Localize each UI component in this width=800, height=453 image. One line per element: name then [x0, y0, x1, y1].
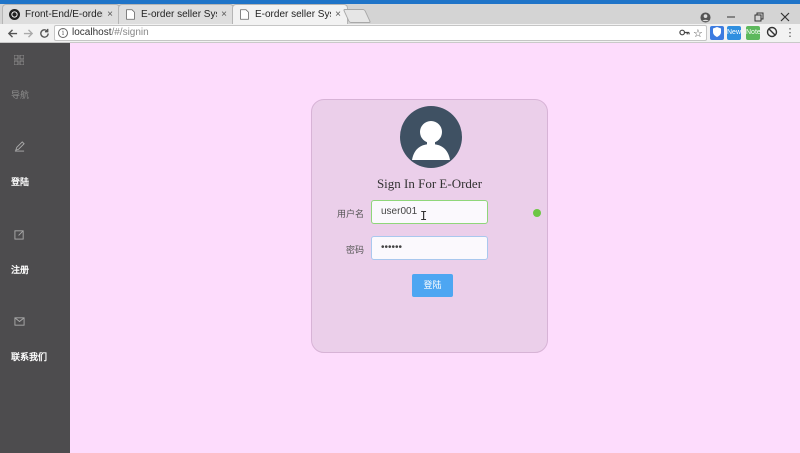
bookmark-star-icon[interactable]: ☆: [693, 27, 703, 40]
block-extension-icon[interactable]: [765, 26, 779, 40]
new-extension-icon[interactable]: New: [727, 26, 741, 40]
signin-card: Sign In For E-Order 用户名 user001 I 密码 •••…: [311, 99, 548, 353]
signin-button[interactable]: 登陆: [412, 274, 453, 297]
tab-eorder-2[interactable]: E-order seller System ×: [232, 4, 348, 24]
tab-title: E-order seller System: [141, 9, 217, 20]
menu-icon[interactable]: ⋮: [783, 26, 797, 40]
page-content: 导航 登陆 注册 联系我们 Sign In For E-Order 用户名 us…: [0, 43, 800, 453]
tab-github[interactable]: Front-End/E-order/pub ×: [2, 4, 120, 24]
text-cursor-icon: I: [420, 209, 428, 223]
grid-icon: [12, 54, 26, 69]
sidebar-item-contact[interactable]: 联系我们: [11, 350, 47, 363]
site-info-icon[interactable]: i: [58, 28, 68, 38]
close-icon[interactable]: ×: [221, 9, 227, 20]
username-label: 用户名: [336, 209, 364, 219]
page-icon: [126, 9, 135, 20]
tab-strip: Front-End/E-order/pub × E-order seller S…: [0, 4, 800, 24]
page-icon: [240, 9, 249, 20]
password-input[interactable]: ••••••: [371, 236, 488, 260]
username-value: user001: [381, 206, 418, 217]
tab-title: Front-End/E-order/pub: [25, 9, 103, 20]
github-icon: [9, 9, 20, 20]
sidebar-item-signin[interactable]: 登陆: [11, 175, 29, 188]
address-bar[interactable]: i localhost/#/signin ☆: [54, 25, 707, 41]
signin-title: Sign In For E-Order: [376, 176, 483, 191]
forward-icon[interactable]: [20, 25, 36, 41]
valid-check-icon: [533, 209, 541, 217]
window-title-bar: Front-End/E-order/pub × E-order seller S…: [0, 0, 800, 24]
tab-eorder-1[interactable]: E-order seller System ×: [118, 4, 234, 24]
key-icon[interactable]: [679, 27, 690, 41]
note-extension-icon[interactable]: Note: [746, 26, 761, 40]
close-icon[interactable]: ×: [335, 9, 341, 20]
username-input[interactable]: user001 I: [371, 200, 488, 224]
sidebar-item-nav[interactable]: 导航: [11, 88, 29, 101]
password-label: 密码: [345, 245, 364, 255]
tab-title: E-order seller System: [255, 9, 331, 20]
sidebar: 导航 登陆 注册 联系我们: [0, 43, 70, 453]
sidebar-item-register[interactable]: 注册: [11, 263, 29, 276]
reload-icon[interactable]: [36, 25, 52, 41]
shield-extension-icon[interactable]: [710, 26, 724, 40]
edit-icon: [12, 141, 26, 155]
mail-icon: [12, 316, 26, 330]
back-icon[interactable]: [4, 25, 20, 41]
compose-icon: [12, 229, 26, 243]
close-icon[interactable]: ×: [107, 9, 113, 20]
url-text: localhost/#/signin: [72, 27, 149, 38]
password-value: ••••••: [381, 242, 403, 253]
avatar-icon: [400, 106, 462, 168]
browser-toolbar: i localhost/#/signin ☆ New Note ⋮: [0, 24, 800, 43]
